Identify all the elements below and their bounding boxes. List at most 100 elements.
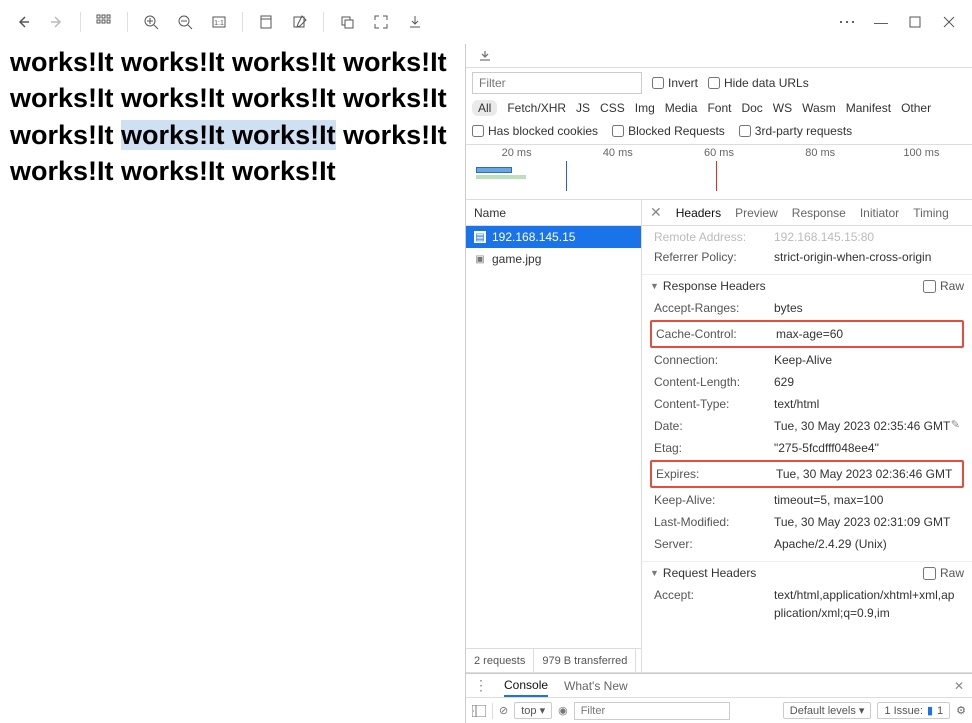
request-row[interactable]: ▣ game.jpg: [466, 248, 641, 270]
header-row: Server:Apache/2.4.29 (Unix): [642, 533, 972, 555]
type-chip-img[interactable]: Img: [635, 101, 655, 115]
header-row: Connection:Keep-Alive: [642, 349, 972, 371]
header-row: Date:Tue, 30 May 2023 02:35:46 GMT✎: [642, 415, 972, 437]
network-type-filters: All Fetch/XHR JS CSS Img Media Font Doc …: [466, 98, 972, 122]
annotate-icon[interactable]: [285, 7, 315, 37]
timeline-tick: 20 ms: [466, 147, 567, 159]
network-timeline[interactable]: 20 ms 40 ms 60 ms 80 ms 100 ms: [466, 145, 972, 200]
network-filter-input[interactable]: [472, 72, 642, 94]
console-drawer: ⋮ Console What's New ✕ ⊘ top ▾ ◉ Default…: [466, 673, 972, 723]
apps-icon[interactable]: [89, 7, 119, 37]
browser-toolbar: 1:1 ⋯ —: [0, 0, 972, 44]
type-chip-media[interactable]: Media: [665, 101, 698, 115]
type-chip-fetch[interactable]: Fetch/XHR: [507, 101, 566, 115]
request-headers-section[interactable]: ▼ Request Headers Raw: [642, 561, 972, 584]
timeline-bar: [476, 175, 526, 179]
close-drawer-icon[interactable]: ✕: [954, 679, 964, 693]
headers-tabs: ✕ Headers Preview Response Initiator Tim…: [642, 200, 972, 226]
log-levels-selector[interactable]: Default levels ▾: [783, 702, 872, 719]
chevron-down-icon: ▼: [650, 281, 659, 291]
response-headers-section[interactable]: ▼ Response Headers Raw: [642, 274, 972, 297]
console-sidebar-icon[interactable]: [472, 705, 486, 717]
close-button[interactable]: [934, 7, 964, 37]
blocked-requests-checkbox[interactable]: Blocked Requests: [612, 124, 725, 138]
header-row-referrer-policy: Referrer Policy: strict-origin-when-cros…: [642, 246, 972, 268]
section-title: Request Headers: [663, 566, 756, 580]
console-toolbar: ⊘ top ▾ ◉ Default levels ▾ 1 Issue: ▮ 1 …: [466, 698, 972, 723]
tab-initiator[interactable]: Initiator: [860, 206, 899, 220]
raw-checkbox[interactable]: Raw: [923, 566, 964, 580]
timeline-tick: 40 ms: [567, 147, 668, 159]
hide-data-urls-checkbox[interactable]: Hide data URLs: [708, 76, 809, 90]
document-icon: ▤: [474, 231, 486, 243]
type-chip-wasm[interactable]: Wasm: [802, 101, 836, 115]
header-row: Content-Length:629: [642, 371, 972, 393]
console-filter-input[interactable]: [574, 702, 730, 720]
copy-icon[interactable]: [332, 7, 362, 37]
fit-width-icon[interactable]: 1:1: [204, 7, 234, 37]
blocked-cookies-checkbox[interactable]: Has blocked cookies: [472, 124, 598, 138]
timeline-tick: 60 ms: [668, 147, 769, 159]
highlighted-header-expires: Expires:Tue, 30 May 2023 02:36:46 GMT: [650, 460, 964, 488]
timeline-tick: 80 ms: [770, 147, 871, 159]
context-selector[interactable]: top ▾: [514, 702, 552, 719]
issues-button[interactable]: 1 Issue: ▮ 1: [877, 702, 950, 719]
invert-checkbox[interactable]: Invert: [652, 76, 698, 90]
clear-console-icon[interactable]: ⊘: [499, 704, 508, 717]
request-row[interactable]: ▤ 192.168.145.15: [466, 226, 641, 248]
page-text-selection: works!It works!It: [121, 120, 336, 150]
back-button[interactable]: [8, 7, 38, 37]
header-row: Content-Type:text/html: [642, 393, 972, 415]
raw-checkbox[interactable]: Raw: [923, 279, 964, 293]
pencil-icon[interactable]: ✎: [951, 417, 960, 435]
page-layout-icon[interactable]: [251, 7, 281, 37]
transferred-size: 979 B transferred: [534, 649, 636, 672]
devtools-secondary-bar: [466, 44, 972, 68]
fullscreen-icon[interactable]: [366, 7, 396, 37]
tab-timing[interactable]: Timing: [913, 206, 949, 220]
tab-headers[interactable]: Headers: [676, 206, 721, 220]
tab-whats-new[interactable]: What's New: [564, 679, 628, 693]
forward-button[interactable]: [42, 7, 72, 37]
type-chip-doc[interactable]: Doc: [741, 101, 762, 115]
more-icon[interactable]: ⋯: [832, 7, 862, 37]
header-row: Etag:"275-5fcdfff048ee4": [642, 437, 972, 459]
page-content[interactable]: works!It works!It works!It works!It work…: [0, 44, 465, 723]
timeline-bar: [476, 167, 512, 173]
type-chip-js[interactable]: JS: [576, 101, 590, 115]
request-summary: 2 requests 979 B transferred: [466, 648, 641, 672]
zoom-out-icon[interactable]: [170, 7, 200, 37]
timeline-marker-domcontent: [566, 161, 567, 191]
request-count: 2 requests: [466, 649, 534, 672]
minimize-button[interactable]: —: [866, 7, 896, 37]
network-extra-filters: Has blocked cookies Blocked Requests 3rd…: [466, 122, 972, 145]
zoom-in-icon[interactable]: [136, 7, 166, 37]
request-list: Name ▤ 192.168.145.15 ▣ game.jpg 2 reque…: [466, 200, 642, 672]
third-party-checkbox[interactable]: 3rd-party requests: [739, 124, 852, 138]
request-list-header[interactable]: Name: [466, 200, 641, 226]
export-har-icon[interactable]: [478, 49, 492, 63]
close-details-icon[interactable]: ✕: [650, 204, 662, 221]
tab-console[interactable]: Console: [504, 674, 548, 697]
header-row: Last-Modified:Tue, 30 May 2023 02:31:09 …: [642, 511, 972, 533]
timeline-marker-load: [716, 161, 717, 191]
headers-scroll[interactable]: Remote Address: 192.168.145.15:80 Referr…: [642, 226, 972, 672]
image-icon: ▣: [474, 253, 486, 265]
header-row: Accept:text/html,application/xhtml+xml,a…: [642, 584, 972, 624]
download-icon[interactable]: [400, 7, 430, 37]
type-chip-font[interactable]: Font: [707, 101, 731, 115]
headers-panel: ✕ Headers Preview Response Initiator Tim…: [642, 200, 972, 672]
drawer-menu-icon[interactable]: ⋮: [474, 677, 488, 694]
tab-preview[interactable]: Preview: [735, 206, 778, 220]
type-chip-other[interactable]: Other: [901, 101, 931, 115]
gear-icon[interactable]: ⚙: [956, 704, 966, 717]
type-chip-manifest[interactable]: Manifest: [846, 101, 891, 115]
live-expression-icon[interactable]: ◉: [558, 704, 568, 717]
highlighted-header-cache-control: Cache-Control:max-age=60: [650, 320, 964, 348]
maximize-button[interactable]: [900, 7, 930, 37]
type-chip-ws[interactable]: WS: [773, 101, 792, 115]
type-chip-css[interactable]: CSS: [600, 101, 625, 115]
tab-response[interactable]: Response: [792, 206, 846, 220]
type-chip-all[interactable]: All: [472, 100, 497, 116]
drawer-tabs: ⋮ Console What's New ✕: [466, 674, 972, 698]
